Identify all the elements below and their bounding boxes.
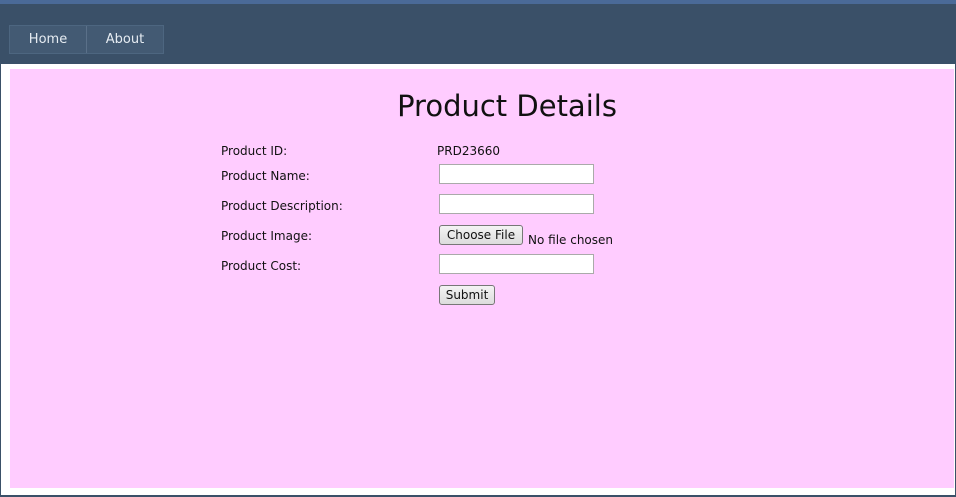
page-title: Product Details (397, 89, 617, 123)
submit-button[interactable]: Submit (439, 285, 495, 305)
product-cost-label: Product Cost: (221, 259, 302, 273)
choose-file-button[interactable]: Choose File (439, 225, 523, 245)
product-id-value: PRD23660 (437, 144, 500, 158)
product-image-label: Product Image: (221, 229, 313, 243)
product-description-input[interactable] (439, 194, 594, 214)
product-id-label: Product ID: (221, 144, 288, 158)
nav-about[interactable]: About (87, 26, 163, 53)
product-description-label: Product Description: (221, 199, 343, 213)
product-name-input[interactable] (439, 164, 594, 184)
product-details-panel: Product Details Product ID: PRD23660 Pro… (10, 69, 954, 488)
no-file-chosen-text: No file chosen (528, 233, 614, 247)
top-navbar: Home About (0, 4, 956, 64)
main-nav: Home About (9, 25, 164, 54)
nav-home[interactable]: Home (10, 26, 87, 53)
product-cost-input[interactable] (439, 254, 594, 274)
page-frame: Product Details Product ID: PRD23660 Pro… (0, 64, 956, 496)
product-name-label: Product Name: (221, 169, 310, 183)
